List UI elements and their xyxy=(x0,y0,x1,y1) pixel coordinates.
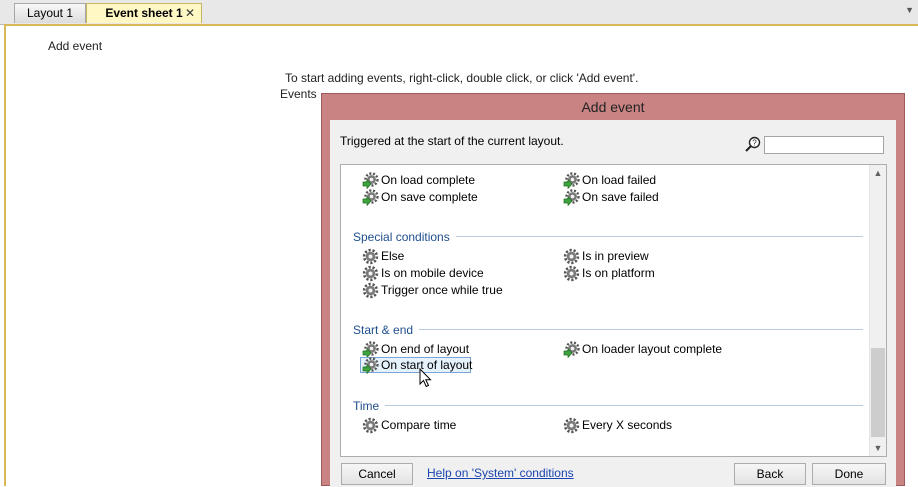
tab-label: Layout 1 xyxy=(26,6,74,20)
condition-is-in-preview[interactable]: Is in preview xyxy=(562,248,651,265)
gear-icon xyxy=(563,248,580,265)
category-divider xyxy=(456,236,863,237)
condition-on-load-failed[interactable]: On load failed xyxy=(562,172,658,189)
condition-every-x-seconds[interactable]: Every X seconds xyxy=(562,417,674,434)
condition-on-end-of-layout[interactable]: On end of layout xyxy=(361,341,471,358)
condition-list[interactable]: On load complete On load failed On save … xyxy=(340,164,887,457)
search-icon[interactable]: ? xyxy=(744,135,762,153)
condition-on-loader-layout-complete[interactable]: On loader layout complete xyxy=(562,341,724,358)
scroll-up-arrow-icon[interactable]: ▲ xyxy=(870,165,886,181)
tab-label: Event sheet 1 xyxy=(105,6,183,20)
add-event-link[interactable]: Add event xyxy=(48,39,102,53)
condition-is-on-mobile-device[interactable]: Is on mobile device xyxy=(361,265,486,282)
close-icon[interactable]: ✕ xyxy=(185,4,195,23)
condition-on-save-failed[interactable]: On save failed xyxy=(562,189,661,206)
gear-arrow-icon xyxy=(362,189,379,206)
condition-else[interactable]: Else xyxy=(361,248,406,265)
condition-description: Triggered at the start of the current la… xyxy=(340,134,564,148)
dialog-title: Add event xyxy=(581,99,645,115)
category-divider xyxy=(385,405,863,406)
category-heading: Start & end xyxy=(353,323,414,337)
scrollbar-thumb[interactable] xyxy=(871,348,885,437)
tab-overflow-arrow-icon[interactable]: ▼ xyxy=(905,5,914,15)
mouse-cursor-icon xyxy=(419,368,432,388)
condition-on-start-of-layout[interactable]: On start of layout xyxy=(360,357,472,374)
tab-bar: Layout 1 Event sheet 1 ✕ ▼ xyxy=(0,0,918,25)
condition-on-save-complete[interactable]: On save complete xyxy=(361,189,480,206)
scroll-down-arrow-icon[interactable]: ▼ xyxy=(870,440,886,456)
empty-sheet-hint: To start adding events, right-click, dou… xyxy=(285,71,639,85)
done-button[interactable]: Done xyxy=(812,463,886,485)
tab-event-sheet-1[interactable]: Event sheet 1 ✕ xyxy=(86,3,202,23)
category-divider xyxy=(419,329,863,330)
empty-sheet-hint-line2: Events a xyxy=(280,87,320,101)
gear-icon xyxy=(362,265,379,282)
gear-arrow-icon xyxy=(563,341,580,358)
cancel-button[interactable]: Cancel xyxy=(341,463,413,485)
condition-trigger-once-while-true[interactable]: Trigger once while true xyxy=(361,282,505,299)
condition-on-load-complete[interactable]: On load complete xyxy=(361,172,477,189)
gear-icon xyxy=(362,248,379,265)
back-button[interactable]: Back xyxy=(734,463,806,485)
gear-arrow-icon xyxy=(563,172,580,189)
gear-arrow-icon xyxy=(362,341,379,358)
gear-icon xyxy=(563,417,580,434)
condition-is-on-platform[interactable]: Is on platform xyxy=(562,265,657,282)
list-scrollbar[interactable]: ▲ ▼ xyxy=(869,165,886,456)
dialog-body: Triggered at the start of the current la… xyxy=(330,120,896,487)
gear-arrow-icon xyxy=(362,172,379,189)
category-heading: Special conditions xyxy=(353,230,450,244)
add-event-dialog: Add event Triggered at the start of the … xyxy=(321,93,905,487)
condition-compare-time[interactable]: Compare time xyxy=(361,417,458,434)
category-heading: Time xyxy=(353,399,380,413)
tab-layout-1[interactable]: Layout 1 xyxy=(14,3,86,23)
gear-icon xyxy=(563,265,580,282)
svg-text:?: ? xyxy=(752,138,757,147)
gear-icon xyxy=(362,417,379,434)
search-input[interactable] xyxy=(764,136,884,154)
gear-arrow-icon xyxy=(362,357,379,374)
help-link[interactable]: Help on 'System' conditions xyxy=(427,466,574,480)
gear-icon xyxy=(362,282,379,299)
gear-arrow-icon xyxy=(563,189,580,206)
